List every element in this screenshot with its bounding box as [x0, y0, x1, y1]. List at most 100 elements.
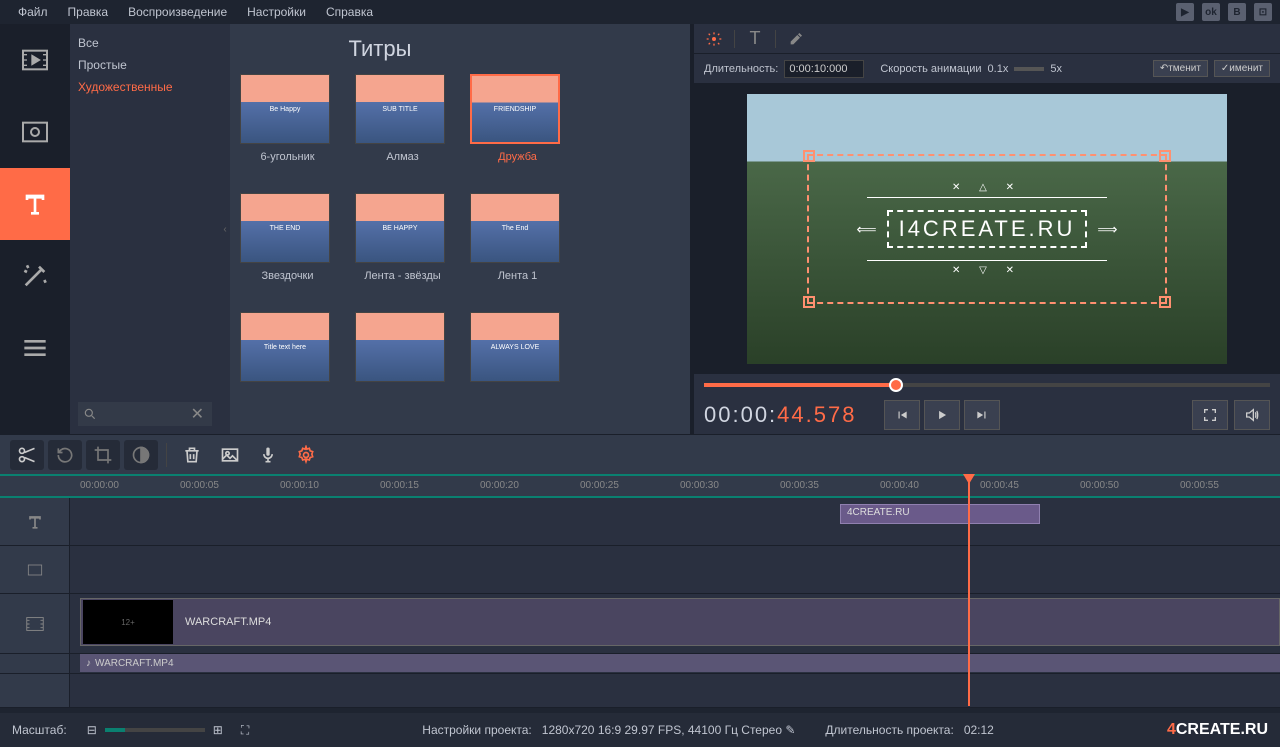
- collapse-handle[interactable]: ‹: [220, 24, 230, 434]
- speed-min: 0.1x: [988, 63, 1009, 75]
- duration-input[interactable]: [784, 60, 864, 78]
- title-card-hexagon[interactable]: Be Happy6-угольник: [240, 74, 335, 178]
- menu-settings[interactable]: Настройки: [237, 1, 316, 23]
- ruler-tick: 00:00:05: [180, 480, 219, 491]
- video-clip[interactable]: 12+ WARCRAFT.MP4: [80, 598, 1280, 646]
- microphone-icon: [258, 445, 278, 465]
- title-card-diamond[interactable]: SUB TITLEАлмаз: [355, 74, 450, 178]
- speed-slider[interactable]: [1014, 67, 1044, 71]
- resize-handle-br[interactable]: [1159, 296, 1171, 308]
- apply-button[interactable]: ✓именит: [1214, 60, 1270, 77]
- resize-handle-bl[interactable]: [803, 296, 815, 308]
- mic-button[interactable]: [251, 440, 285, 470]
- youtube-icon[interactable]: ▶: [1176, 3, 1194, 21]
- project-duration-label: Длительность проекта:: [825, 723, 953, 737]
- project-settings-label: Настройки проекта:: [422, 723, 531, 737]
- title-card-8[interactable]: [355, 312, 450, 416]
- title-card-9[interactable]: ALWAYS LOVE: [470, 312, 565, 416]
- left-sidebar: [0, 24, 70, 434]
- preview-scrubber[interactable]: [694, 374, 1280, 396]
- next-button[interactable]: [964, 400, 1000, 430]
- title-card-stars[interactable]: THE ENDЗвездочки: [240, 193, 335, 297]
- edit-project-icon[interactable]: ✎: [785, 723, 795, 737]
- sidebar-media[interactable]: [0, 24, 70, 96]
- search-icon: [83, 407, 97, 421]
- sidebar-titles[interactable]: [0, 168, 70, 240]
- resize-handle-tr[interactable]: [1159, 150, 1171, 162]
- clip-thumbnail: 12+: [83, 600, 173, 644]
- zoom-label: Масштаб:: [12, 723, 67, 737]
- delete-button[interactable]: [175, 440, 209, 470]
- overlay-track[interactable]: [0, 546, 1280, 594]
- filmstrip-icon: [24, 613, 46, 635]
- title-clip[interactable]: 4CREATE.RU: [840, 504, 1040, 524]
- color-picker-icon[interactable]: [786, 29, 806, 49]
- sidebar-effects[interactable]: [0, 240, 70, 312]
- extra-track[interactable]: [0, 674, 1280, 708]
- ruler-tick: 00:00:45: [980, 480, 1019, 491]
- play-button[interactable]: [924, 400, 960, 430]
- crop-icon: [93, 445, 113, 465]
- record-icon[interactable]: ⊡: [1254, 3, 1272, 21]
- sidebar-filters[interactable]: [0, 96, 70, 168]
- filmstrip-icon: [19, 116, 51, 148]
- zoom-out-icon[interactable]: ⊟: [87, 723, 97, 737]
- rotate-button[interactable]: [48, 440, 82, 470]
- text-tool-icon[interactable]: T: [745, 29, 765, 49]
- scrub-handle[interactable]: [889, 378, 903, 392]
- sidebar-more[interactable]: [0, 312, 70, 384]
- fullscreen-button[interactable]: [1192, 400, 1228, 430]
- undo-button[interactable]: ↶тменит: [1153, 60, 1208, 77]
- title-overlay[interactable]: ✕ △ ✕ ⟸ I4CREATE.RU ⟹ ✕ ▽ ✕: [807, 154, 1167, 304]
- volume-button[interactable]: [1234, 400, 1270, 430]
- crop-button[interactable]: [86, 440, 120, 470]
- ruler-tick: 00:00:40: [880, 480, 919, 491]
- title-card-7[interactable]: Title text here: [240, 312, 335, 416]
- menu-file[interactable]: Файл: [8, 1, 58, 23]
- zoom-in-icon[interactable]: ⊞: [213, 723, 223, 737]
- video-frame: ✕ △ ✕ ⟸ I4CREATE.RU ⟹ ✕ ▽ ✕: [747, 94, 1227, 364]
- preview-panel: T Длительность: Скорость анимации 0.1x 5…: [690, 24, 1280, 434]
- title-card-ribbon-stars[interactable]: BE HAPPYЛента - звёзды: [355, 193, 450, 297]
- ruler-tick: 00:00:30: [680, 480, 719, 491]
- ok-icon[interactable]: ok: [1202, 3, 1220, 21]
- project-settings-value: 1280x720 16:9 29.97 FPS, 44100 Гц Стерео: [542, 723, 782, 737]
- menu-help[interactable]: Справка: [316, 1, 383, 23]
- menu-playback[interactable]: Воспроизведение: [118, 1, 237, 23]
- audio-clip[interactable]: ♪WARCRAFT.MP4: [80, 654, 1280, 672]
- edit-toolbar: [0, 434, 1280, 474]
- category-artistic[interactable]: Художественные: [78, 76, 212, 98]
- menu-edit[interactable]: Правка: [58, 1, 119, 23]
- titles-grid: Be Happy6-угольник SUB TITLEАлмаз FRIEND…: [230, 24, 690, 434]
- speed-label: Скорость анимации: [880, 63, 981, 75]
- prev-button[interactable]: [884, 400, 920, 430]
- overlay-text[interactable]: I4CREATE.RU: [887, 210, 1088, 248]
- search-bar[interactable]: ✕: [78, 402, 212, 426]
- video-track[interactable]: 12+ WARCRAFT.MP4: [0, 594, 1280, 654]
- ruler-tick: 00:00:00: [80, 480, 119, 491]
- timeline-ruler[interactable]: 00:00:00 00:00:05 00:00:10 00:00:15 00:0…: [0, 474, 1280, 498]
- title-card-ribbon1[interactable]: The EndЛента 1: [470, 193, 565, 297]
- zoom-fit-icon[interactable]: ⛶: [241, 723, 249, 738]
- title-card-friendship[interactable]: FRIENDSHIPДружба: [470, 74, 565, 178]
- audio-track[interactable]: ♪WARCRAFT.MP4: [0, 654, 1280, 674]
- search-close-icon[interactable]: ✕: [183, 404, 212, 424]
- trash-icon: [182, 445, 202, 465]
- clip-settings-icon[interactable]: [704, 29, 724, 49]
- cut-button[interactable]: [10, 440, 44, 470]
- image-button[interactable]: [213, 440, 247, 470]
- title-track[interactable]: 4CREATE.RU: [0, 498, 1280, 546]
- contrast-icon: [131, 445, 151, 465]
- playhead[interactable]: [968, 476, 970, 706]
- ruler-tick: 00:00:20: [480, 480, 519, 491]
- ruler-tick: 00:00:50: [1080, 480, 1119, 491]
- rotate-icon: [55, 445, 75, 465]
- resize-handle-tl[interactable]: [803, 150, 815, 162]
- vk-icon[interactable]: B: [1228, 3, 1246, 21]
- project-duration-value: 02:12: [964, 723, 994, 737]
- zoom-slider[interactable]: [105, 728, 205, 732]
- preview-viewport[interactable]: ✕ △ ✕ ⟸ I4CREATE.RU ⟹ ✕ ▽ ✕: [694, 84, 1280, 374]
- color-button[interactable]: [124, 440, 158, 470]
- clip-label: WARCRAFT.MP4: [185, 616, 271, 628]
- settings-button[interactable]: [289, 440, 323, 470]
